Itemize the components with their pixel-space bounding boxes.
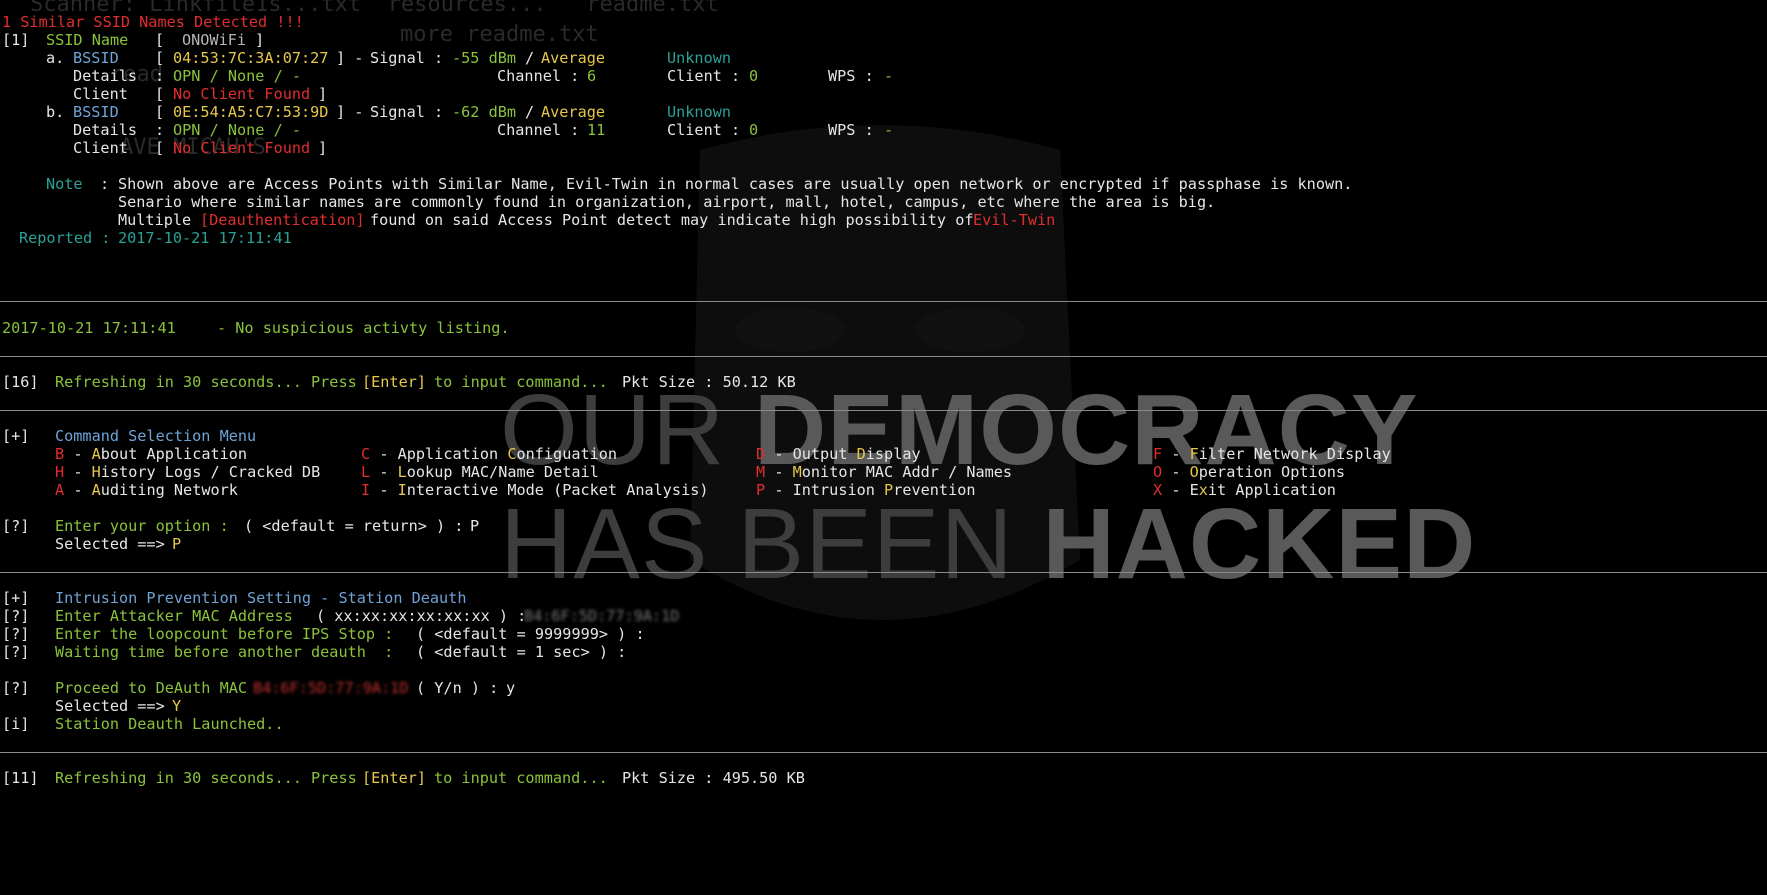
enter-key-hint: [Enter]	[362, 373, 427, 391]
menu-item-exit[interactable]: X - Exit Application	[1153, 481, 1336, 499]
refresh-counter: [16]	[2, 373, 39, 391]
menu-item-history[interactable]: H - History Logs / Cracked DB	[55, 463, 320, 481]
info-line: [i] Station Deauth Launched..	[2, 715, 284, 733]
suspicious-time: 2017-10-21 17:11:41	[2, 319, 176, 337]
refresh-counter: [11]	[2, 769, 39, 787]
menu-item-interactive[interactable]: I - Interactive Mode (Packet Analysis)	[361, 481, 709, 499]
deauth-tag: [Deauthentication]	[200, 211, 365, 229]
vendor: Unknown	[667, 103, 732, 121]
bssid-value: 0E:54:A5:C7:53:9D	[173, 103, 329, 121]
wps-value: -	[884, 121, 894, 139]
ap-row: b. BSSID [ 0E:54:A5:C7:53:9D ] - Signal …	[46, 103, 732, 121]
ips-question: [?] Waiting time before another deauth :…	[2, 643, 627, 661]
menu-item-operation[interactable]: O - Operation Options	[1153, 463, 1345, 481]
selected-value: P	[172, 535, 182, 553]
separator	[0, 572, 1767, 573]
refresh-line: [11] Refreshing in 30 seconds... Press […	[2, 769, 805, 787]
menu-row: H - History Logs / Cracked DB L - Lookup…	[0, 463, 1767, 481]
menu-row: A - Auditing Network I - Interactive Mod…	[0, 481, 1767, 499]
note-label: Note	[46, 175, 83, 193]
bssid-label: BSSID	[73, 49, 119, 67]
ap-details-row: Details : OPN / None / - Channel : 6 Cli…	[73, 67, 894, 85]
selected-line: Selected ==> Y	[55, 697, 182, 715]
separator	[0, 752, 1767, 753]
ssid-label: SSID Name	[46, 31, 129, 49]
signal-value: -62 dBm	[452, 103, 517, 121]
menu-title-line: [+] Command Selection Menu	[2, 427, 257, 445]
menu-title: Command Selection Menu	[55, 427, 257, 445]
menu-item-intrusion[interactable]: P - Intrusion Prevention	[756, 481, 976, 499]
client-count: 0	[749, 121, 759, 139]
terminal-output[interactable]: 1 Similar SSID Names Detected !!! [1] SS…	[0, 13, 1767, 787]
separator	[0, 410, 1767, 411]
attacker-mac-input[interactable]: B4:6F:5D:77:9A:1D	[524, 607, 679, 625]
bssid-value: 04:53:7C:3A:07:27	[173, 49, 329, 67]
selected-value: Y	[172, 697, 182, 715]
menu-row: B - About Application C - Application Co…	[0, 445, 1767, 463]
wps-value: -	[884, 67, 894, 85]
deauth-mac: B4:6F:5D:77:9A:1D	[253, 679, 409, 697]
pkt-size: Pkt Size : 50.12 KB	[622, 373, 796, 391]
separator	[0, 301, 1767, 302]
vendor: Unknown	[667, 49, 732, 67]
ssid-index: [1]	[2, 31, 30, 49]
option-prompt-line: [?] Enter your option : ( <default = ret…	[2, 517, 480, 535]
ssid-value: ONOWiFi	[182, 31, 247, 49]
ssid-alert: 1 Similar SSID Names Detected !!!	[2, 13, 304, 31]
client-status: No Client Found	[173, 139, 311, 157]
enter-key-hint: [Enter]	[362, 769, 427, 787]
menu-item-about[interactable]: B - About Application	[55, 445, 247, 463]
note-line: Multiple [Deauthentication] found on sai…	[118, 211, 1056, 229]
ap-client-row: Client [ No Client Found ]	[73, 139, 328, 157]
bssid-label: BSSID	[73, 103, 119, 121]
note-line: Senario where similar names are commonly…	[118, 193, 1216, 211]
channel-value: 6	[587, 67, 597, 85]
ips-title: Intrusion Prevention Setting - Station D…	[55, 589, 467, 607]
menu-item-output-display[interactable]: D - Output Display	[756, 445, 921, 463]
ssid-header-line: 1 Similar SSID Names Detected !!!	[0, 13, 1767, 31]
signal-value: -55 dBm	[452, 49, 517, 67]
selected-line: Selected ==> P	[55, 535, 182, 553]
signal-quality: Average	[541, 49, 606, 67]
note-line: Note : Shown above are Access Points wit…	[46, 175, 1353, 193]
pkt-size: Pkt Size : 495.50 KB	[622, 769, 805, 787]
ssid-name-line: [1] SSID Name [ ONOWiFi ]	[2, 31, 265, 49]
ap-client-row: Client [ No Client Found ]	[73, 85, 328, 103]
separator	[0, 356, 1767, 357]
menu-item-lookup[interactable]: L - Lookup MAC/Name Detail	[361, 463, 599, 481]
menu-item-filter[interactable]: F - Filter Network Display	[1153, 445, 1391, 463]
reported-line: Reported : 2017-10-21 17:11:41	[19, 229, 292, 247]
suspicious-line: 2017-10-21 17:11:41 - No suspicious acti…	[2, 319, 510, 337]
info-message: Station Deauth Launched..	[55, 715, 284, 733]
signal-quality: Average	[541, 103, 606, 121]
details-value: OPN / None / -	[173, 67, 302, 85]
menu-item-configuation[interactable]: C - Application Configuation	[361, 445, 617, 463]
ips-question: [?] Enter Attacker MAC Address ( xx:xx:x…	[2, 607, 680, 625]
ap-details-row: Details : OPN / None / - Channel : 11 Cl…	[73, 121, 894, 139]
option-input[interactable]: P	[470, 517, 479, 535]
refresh-line: [16] Refreshing in 30 seconds... Press […	[2, 373, 796, 391]
ips-question: [?] Enter the loopcount before IPS Stop …	[2, 625, 645, 643]
menu-item-auditing[interactable]: A - Auditing Network	[55, 481, 238, 499]
ips-confirm-line: [?] Proceed to DeAuth MAC B4:6F:5D:77:9A…	[2, 679, 516, 697]
client-count: 0	[749, 67, 759, 85]
details-value: OPN / None / -	[173, 121, 302, 139]
menu-item-monitor[interactable]: M - Monitor MAC Addr / Names	[756, 463, 1012, 481]
client-status: No Client Found	[173, 85, 311, 103]
ap-row: a. BSSID [ 04:53:7C:3A:07:27 ] - Signal …	[46, 49, 732, 67]
ips-title-line: [+] Intrusion Prevention Setting - Stati…	[2, 589, 467, 607]
evil-twin-tag: Evil-Twin	[973, 211, 1056, 229]
confirm-input[interactable]: y	[506, 679, 515, 697]
reported-time: 2017-10-21 17:11:41	[118, 229, 292, 247]
channel-value: 11	[587, 121, 606, 139]
